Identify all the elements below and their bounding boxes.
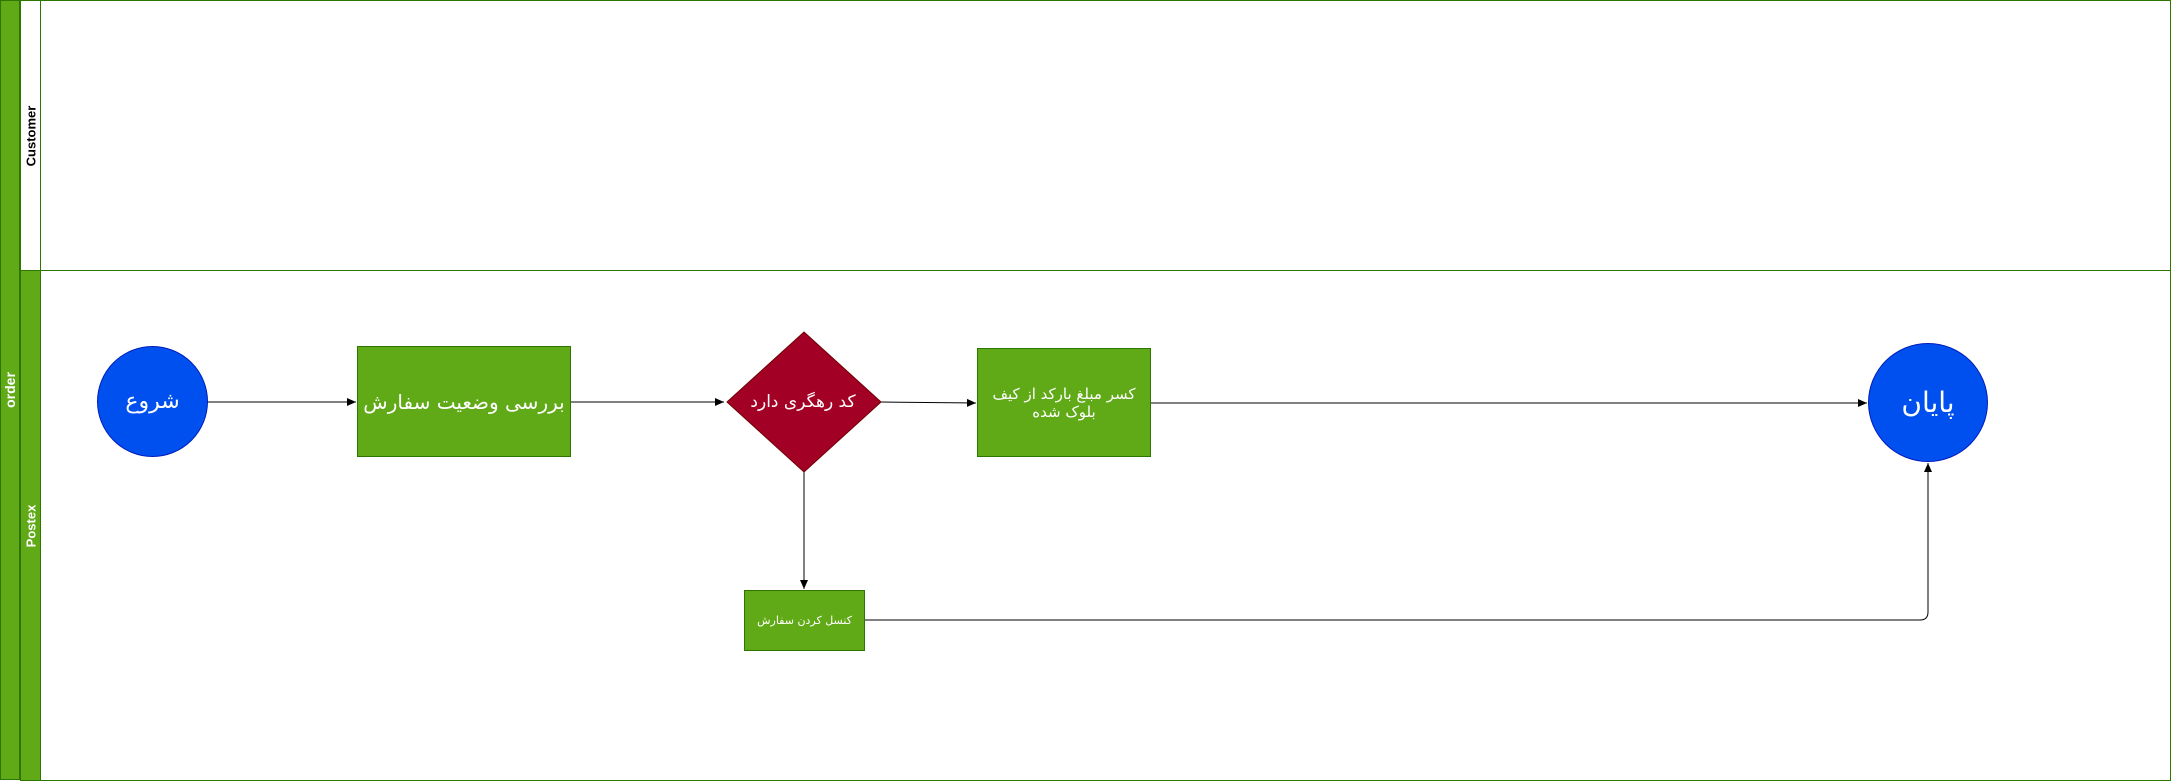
check-order-label: بررسی وضعیت سفارش xyxy=(363,389,565,414)
cancel-order-task[interactable]: کنسل کردن سفارش xyxy=(744,590,865,651)
edge-cancel-to-end xyxy=(865,463,1932,621)
decision-gateway-label: کد رهگری دارد xyxy=(750,392,856,412)
diagram-canvas: order Customer Postex شروع بررسی وضعیت س… xyxy=(0,0,2171,781)
start-event[interactable]: شروع xyxy=(97,346,208,457)
end-event-label: پایان xyxy=(1901,386,1955,419)
check-order-task[interactable]: بررسی وضعیت سفارش xyxy=(357,346,571,457)
cancel-order-label: کنسل کردن سفارش xyxy=(757,613,852,627)
deduct-amount-label: کسر مبلغ بارکد از کیف بلوک شده xyxy=(992,384,1136,421)
end-event[interactable]: پایان xyxy=(1868,343,1988,462)
edge-decision-to-deduct xyxy=(880,398,977,407)
deduct-amount-task[interactable]: کسر مبلغ بارکد از کیف بلوک شده xyxy=(977,348,1151,457)
start-event-label: شروع xyxy=(125,389,180,414)
